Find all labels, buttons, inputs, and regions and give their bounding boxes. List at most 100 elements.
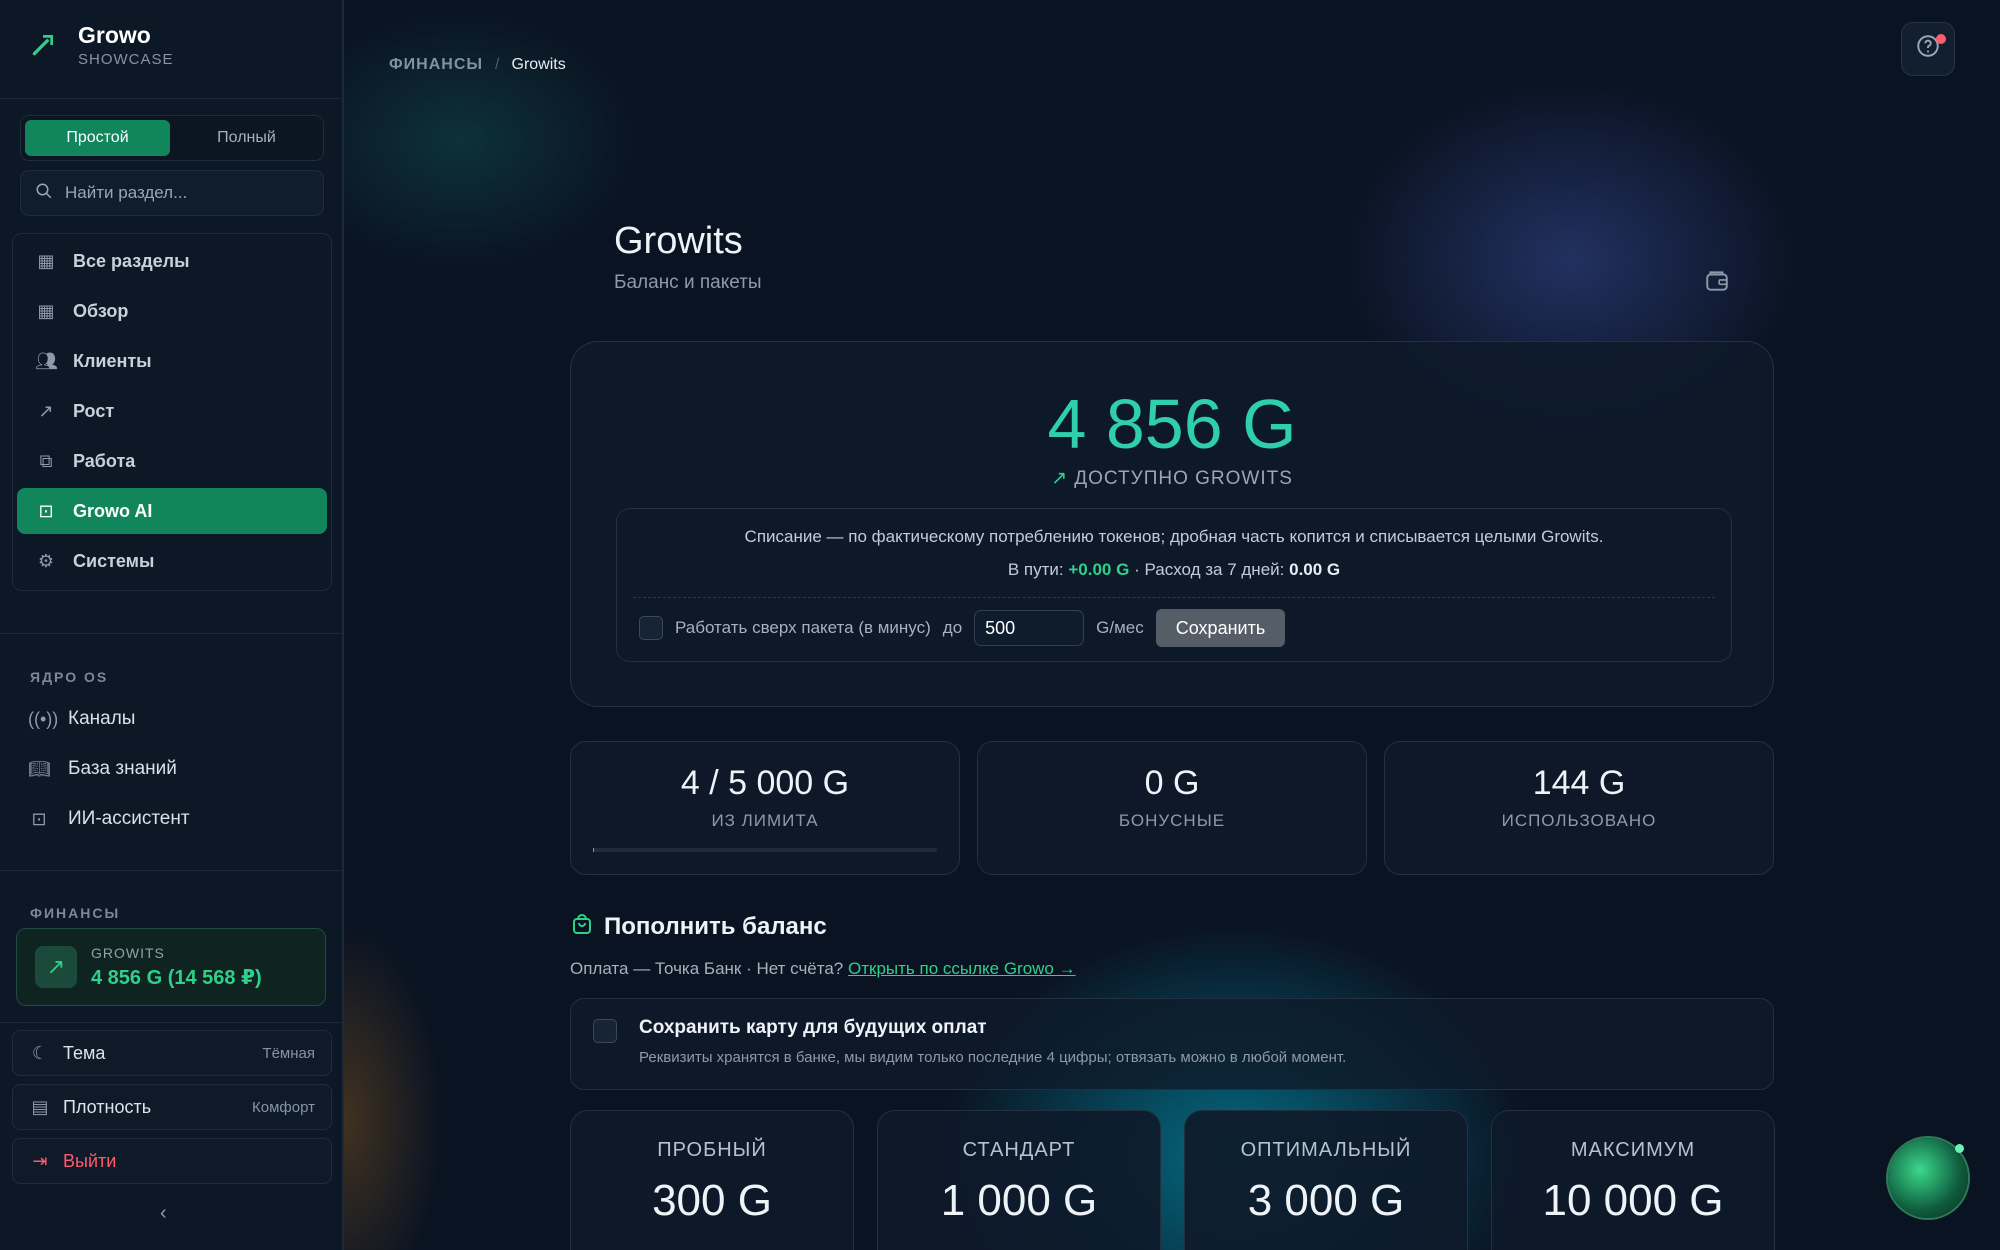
- finance-section-title: ФИНАНСЫ: [30, 905, 121, 921]
- overdraft-controls: Работать сверх пакета (в минус) до 500 G…: [639, 609, 1286, 647]
- package-card-optimal[interactable]: ОПТИМАЛЬНЫЙ 3 000 G: [1184, 1110, 1468, 1250]
- sidebar-item-work[interactable]: ⧉ Работа: [17, 438, 327, 484]
- broadcast-icon: ((•)): [28, 708, 59, 729]
- used-stat-card: 144 G ИСПОЛЬЗОВАНО: [1384, 741, 1774, 875]
- density-label: Плотность: [63, 1096, 152, 1117]
- growits-label: GROWITS: [91, 944, 165, 961]
- sidebar-item-systems[interactable]: ⚙ Системы: [17, 538, 327, 584]
- balance-label: ↗ ДОСТУПНО GROWITS: [571, 467, 1773, 490]
- breadcrumb: ФИНАНСЫ / Growits: [389, 56, 566, 74]
- spend-label: Расход за 7 дней:: [1144, 560, 1285, 579]
- transit-label: В пути:: [1007, 560, 1064, 579]
- sidebar-item-overview[interactable]: ▦ Обзор: [17, 288, 327, 334]
- sidebar-item-label: Обзор: [73, 300, 129, 321]
- ai-assistant-orb-button[interactable]: [1888, 1138, 1968, 1218]
- save-card-checkbox[interactable]: [593, 1019, 617, 1043]
- mode-simple-button[interactable]: Простой: [25, 120, 170, 156]
- app-logo[interactable]: Growo SHOWCASE: [24, 22, 174, 68]
- density-setting[interactable]: ▤ Плотность Комфорт: [12, 1084, 332, 1130]
- summary-separator: ·: [1134, 560, 1140, 579]
- limit-stat-card: 4 / 5 000 G ИЗ ЛИМИТА: [570, 741, 960, 875]
- status-dot: [1955, 1144, 1964, 1153]
- sidebar-item-ai-assistant[interactable]: ⊡ ИИ-ассистент: [28, 808, 189, 830]
- density-value: Комфорт: [252, 1098, 315, 1116]
- theme-value: Тёмная: [262, 1044, 315, 1062]
- wallet-icon[interactable]: [1704, 268, 1730, 300]
- growits-balance-card[interactable]: ↗ GROWITS 4 856 G (14 568 ₽): [16, 928, 326, 1006]
- transit-value: +0.00 G: [1068, 560, 1130, 579]
- bot-icon: ⊡: [31, 808, 47, 829]
- overdraft-checkbox[interactable]: [639, 616, 663, 640]
- sidebar-item-label: Growo AI: [73, 500, 153, 521]
- workflow-icon: ⧉: [39, 450, 53, 471]
- sidebar-item-growth[interactable]: ↗ Рост: [17, 388, 327, 434]
- save-card-option[interactable]: Сохранить карту для будущих оплат Реквиз…: [570, 998, 1774, 1090]
- open-account-link[interactable]: Открыть по ссылке Growo →: [848, 959, 1076, 978]
- payment-info: Оплата — Точка Банк · Нет счёта? Открыть…: [570, 959, 1076, 979]
- sidebar-item-growo-ai[interactable]: ⊡ Growo AI: [17, 488, 327, 534]
- stat-value: 0 G: [1144, 764, 1200, 802]
- help-button[interactable]: [1901, 22, 1955, 76]
- breadcrumb-separator: /: [495, 56, 500, 73]
- logout-icon: ⇥: [32, 1150, 48, 1171]
- topup-heading: Пополнить баланс: [570, 912, 827, 942]
- divider: [633, 597, 1715, 598]
- notification-dot: [1936, 34, 1946, 44]
- limit-progress-bar: [593, 848, 937, 852]
- density-icon: ▤: [31, 1096, 49, 1117]
- balance-card: 4 856 G ↗ ДОСТУПНО GROWITS Списание — по…: [570, 341, 1774, 707]
- balance-amount: 4 856 G: [1047, 385, 1297, 463]
- mode-switch: Простой Полный: [20, 115, 324, 161]
- theme-icon: ☾: [31, 1042, 49, 1063]
- gear-icon: ⚙: [37, 550, 55, 571]
- balance-label-text: ДОСТУПНО GROWITS: [1074, 468, 1293, 489]
- package-value: 1 000 G: [940, 1176, 1098, 1225]
- search-icon: [35, 182, 53, 205]
- save-card-description: Реквизиты хранятся в банке, мы видим тол…: [639, 1049, 1347, 1066]
- robot-icon: ⊡: [38, 500, 54, 521]
- grid-icon: ▦: [37, 250, 55, 271]
- sidebar-item-channels[interactable]: ((•)) Каналы: [28, 708, 135, 730]
- billing-note: Списание — по фактическому потреблению т…: [744, 527, 1604, 546]
- growits-icon: ↗: [35, 946, 77, 988]
- save-button[interactable]: Сохранить: [1155, 609, 1286, 647]
- overdraft-limit-input[interactable]: 500: [974, 610, 1085, 646]
- package-card-trial[interactable]: ПРОБНЫЙ 300 G: [570, 1110, 854, 1250]
- sidebar-item-label: База знаний: [68, 758, 177, 779]
- package-value: 300 G: [652, 1176, 772, 1225]
- sidebar-item-clients[interactable]: 👥︎ Клиенты: [17, 338, 327, 384]
- divider: [0, 870, 344, 871]
- package-value: 10 000 G: [1542, 1176, 1724, 1225]
- spend-value: 0.00 G: [1289, 560, 1341, 579]
- sidebar-item-all-sections[interactable]: ▦ Все разделы: [17, 238, 327, 284]
- billing-info-panel: Списание — по фактическому потреблению т…: [616, 508, 1732, 662]
- mode-full-button[interactable]: Полный: [174, 120, 319, 156]
- stat-label: ИСПОЛЬЗОВАНО: [1501, 811, 1657, 830]
- package-value: 3 000 G: [1247, 1176, 1405, 1225]
- shopping-bag-icon: [570, 912, 592, 942]
- growits-value: 4 856 G (14 568 ₽): [91, 966, 262, 989]
- topup-title: Пополнить баланс: [604, 913, 827, 940]
- stat-label: БОНУСНЫЕ: [1118, 811, 1226, 830]
- breadcrumb-section[interactable]: ФИНАНСЫ: [389, 56, 483, 74]
- dashboard-icon: ▦: [37, 300, 55, 321]
- logout-button[interactable]: ⇥ Выйти: [12, 1138, 332, 1184]
- theme-setting[interactable]: ☾ Тема Тёмная: [12, 1030, 332, 1076]
- page-title: Growits: [614, 220, 743, 262]
- unit-label: G/мес: [1096, 618, 1144, 637]
- save-card-title: Сохранить карту для будущих оплат: [639, 1017, 987, 1038]
- app-subtitle: SHOWCASE: [78, 51, 174, 68]
- sidebar-item-label: Все разделы: [73, 250, 190, 271]
- overdraft-label: Работать сверх пакета (в минус): [675, 618, 931, 637]
- bonus-stat-card: 0 G БОНУСНЫЕ: [977, 741, 1367, 875]
- payment-text: Оплата — Точка Банк · Нет счёта?: [570, 959, 844, 978]
- sidebar-item-label: Каналы: [68, 708, 136, 729]
- divider: [0, 1022, 344, 1023]
- package-name: ПРОБНЫЙ: [657, 1139, 767, 1161]
- collapse-sidebar-icon[interactable]: ‹: [160, 1202, 167, 1225]
- package-card-standard[interactable]: СТАНДАРТ 1 000 G: [877, 1110, 1161, 1250]
- package-card-maximum[interactable]: МАКСИМУМ 10 000 G: [1491, 1110, 1775, 1250]
- search-placeholder: Найти раздел...: [65, 183, 188, 202]
- sidebar-item-knowledge-base[interactable]: 📖︎ База знаний: [28, 758, 177, 780]
- search-input[interactable]: Найти раздел...: [20, 170, 324, 216]
